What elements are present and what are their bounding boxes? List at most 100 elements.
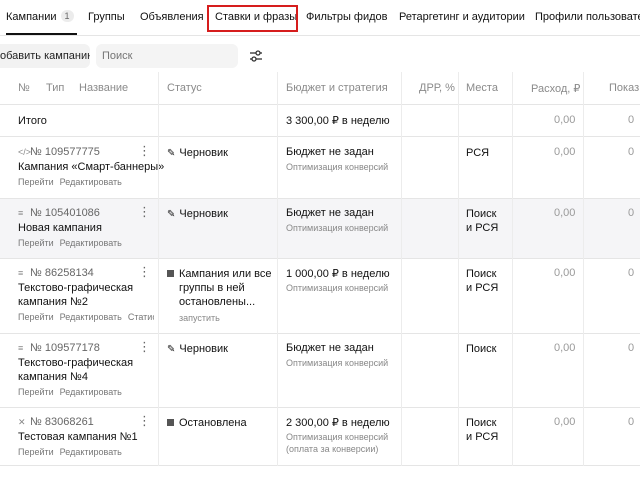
go-link[interactable]: Перейти: [18, 387, 54, 397]
tab-groups[interactable]: Группы: [88, 11, 125, 23]
spend-value: 0,00: [554, 267, 576, 279]
col-budget[interactable]: Бюджет и стратегия: [286, 82, 388, 94]
tab-retargeting[interactable]: Ретаргетинг и аудитории: [399, 11, 525, 23]
col-places[interactable]: Места: [466, 82, 498, 94]
campaign-links: Перейти Редактировать: [18, 238, 128, 248]
search-input[interactable]: [96, 44, 238, 68]
go-link[interactable]: Перейти: [18, 447, 54, 457]
tab-user-profiles[interactable]: Профили пользовател: [535, 11, 640, 23]
places-text: Поиск: [466, 268, 497, 280]
places-text-2: и РСЯ: [466, 431, 499, 443]
strategy-text: Оптимизация конверсий: [286, 223, 389, 233]
col-shows[interactable]: Показ: [609, 82, 639, 94]
stats-link[interactable]: Статист: [128, 312, 154, 322]
text-image-type-icon: ≡: [18, 268, 24, 278]
table-row[interactable]: ≡ № 86258134 ⋮ Текстово-графическая кампа…: [0, 259, 640, 334]
shows-value: 0: [628, 146, 635, 158]
budget-text: 1 000,00 ₽ в неделю: [286, 268, 390, 280]
table-row[interactable]: ≡ № 109577178 ⋮ Текстово-графическая камп…: [0, 334, 640, 408]
table-row[interactable]: ≡ № 105401086 ⋮ Новая кампания Перейти Ред…: [0, 199, 640, 259]
budget-text: Бюджет не задан: [286, 146, 374, 158]
go-link[interactable]: Перейти: [18, 312, 54, 322]
campaigns-count-badge: 1: [60, 10, 74, 22]
status-text: ✎ Черновик: [167, 208, 228, 220]
places-text-2: и РСЯ: [466, 222, 499, 234]
go-link[interactable]: Перейти: [18, 177, 54, 187]
text-image-type-icon: ≡: [18, 208, 24, 218]
spend-value: 0,00: [554, 342, 576, 354]
col-name[interactable]: Название: [79, 82, 128, 94]
col-drr[interactable]: ДРР, %: [419, 82, 455, 94]
campaign-name[interactable]: Текстово-графическая: [18, 281, 133, 295]
stopped-square-icon: [167, 419, 174, 426]
spend-value: 0,00: [554, 146, 576, 158]
status-text: ✎ Черновик: [167, 343, 228, 355]
edit-link[interactable]: Редактировать: [60, 387, 122, 397]
more-actions-icon[interactable]: ⋮: [138, 205, 151, 218]
filter-settings-button[interactable]: [244, 44, 268, 68]
col-status[interactable]: Статус: [167, 82, 202, 94]
status-text-3: остановлены...: [179, 296, 256, 308]
edit-link[interactable]: Редактировать: [60, 177, 122, 187]
edit-link[interactable]: Редактировать: [60, 447, 122, 457]
status-text: Остановлена: [167, 416, 247, 430]
table-header: № Тип Название Статус Бюджет и стратегия…: [0, 72, 640, 105]
shows-value: 0: [628, 342, 635, 354]
status-text: ✎ Черновик: [167, 147, 228, 159]
campaign-name-2[interactable]: кампания №4: [18, 370, 88, 384]
shows-value: 0: [628, 267, 635, 279]
campaign-name[interactable]: Тестовая кампания №1: [18, 430, 138, 444]
tab-campaigns[interactable]: Кампании 1: [6, 10, 74, 23]
campaign-links: Перейти Редактировать Статист: [18, 312, 154, 322]
strategy-text: Оптимизация конверсий: [286, 162, 389, 172]
more-actions-icon[interactable]: ⋮: [138, 144, 151, 157]
column-divider: [512, 72, 513, 466]
places-text-2: и РСЯ: [466, 282, 499, 294]
places-text: РСЯ: [466, 147, 490, 159]
status-text: Кампания или все: [167, 267, 272, 281]
more-actions-icon[interactable]: ⋮: [138, 414, 151, 427]
dynamic-type-icon: ✕: [18, 417, 26, 427]
status-text-2: группы в ней: [179, 282, 245, 294]
column-divider: [401, 72, 402, 466]
col-number[interactable]: №: [18, 82, 30, 94]
column-divider: [158, 72, 159, 466]
strategy-text: Оптимизация конверсий: [286, 358, 389, 368]
total-spend: 0,00: [554, 114, 576, 126]
campaign-links: Перейти Редактировать: [18, 447, 128, 457]
tab-feed-filters[interactable]: Фильтры фидов: [306, 11, 388, 23]
budget-text: Бюджет не задан: [286, 207, 374, 219]
campaign-name[interactable]: Новая кампания: [18, 221, 102, 235]
add-campaign-button[interactable]: обавить кампанию: [0, 44, 90, 68]
more-actions-icon[interactable]: ⋮: [138, 265, 151, 278]
campaign-name[interactable]: Текстово-графическая: [18, 356, 133, 370]
col-type[interactable]: Тип: [46, 82, 64, 94]
campaign-name[interactable]: Кампания «Смарт-баннеры»: [18, 160, 164, 174]
column-divider: [277, 72, 278, 466]
col-spend[interactable]: Расход, ₽: [531, 82, 580, 95]
pencil-icon: ✎: [167, 344, 176, 355]
more-actions-icon[interactable]: ⋮: [138, 340, 151, 353]
total-budget: 3 300,00 ₽ в неделю: [286, 115, 390, 127]
tab-ads[interactable]: Объявления: [140, 11, 204, 23]
shows-value: 0: [628, 416, 635, 428]
campaign-id: ✕ № 83068261: [18, 416, 94, 428]
campaign-name-2[interactable]: кампания №2: [18, 295, 88, 309]
launch-link[interactable]: запустить: [179, 312, 220, 324]
table-row[interactable]: ✕ № 83068261 ⋮ Тестовая кампания №1 Перей…: [0, 408, 640, 466]
edit-link[interactable]: Редактировать: [60, 312, 122, 322]
edit-link[interactable]: Редактировать: [60, 238, 122, 248]
budget-text: Бюджет не задан: [286, 342, 374, 354]
go-link[interactable]: Перейти: [18, 238, 54, 248]
column-divider: [458, 72, 459, 466]
sliders-icon: [250, 50, 262, 62]
budget-text: 2 300,00 ₽ в неделю: [286, 417, 390, 429]
smart-banner-type-icon: </>: [18, 147, 32, 157]
shows-value: 0: [628, 207, 635, 219]
table-row[interactable]: </>№ 109577775 ⋮ Кампания «Смарт-баннеры…: [0, 137, 640, 199]
campaign-id: ≡ № 109577178: [18, 342, 100, 354]
campaign-id: ≡ № 105401086: [18, 207, 100, 219]
places-text: Поиск: [466, 208, 497, 220]
highlight-frame: [207, 5, 298, 32]
column-divider: [583, 72, 584, 466]
